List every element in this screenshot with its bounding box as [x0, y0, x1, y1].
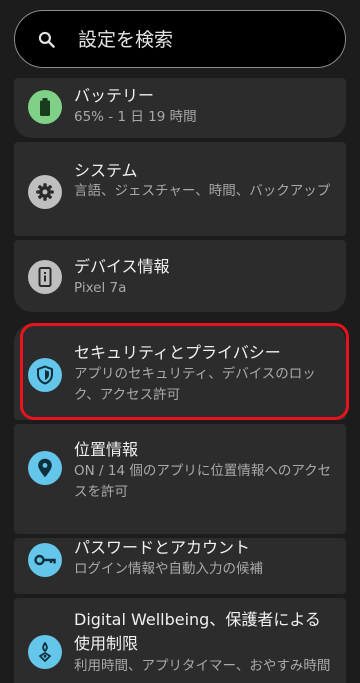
item-title: Digital Wellbeing、保護者による使用制限: [74, 610, 321, 653]
wellbeing-icon: [39, 642, 51, 662]
settings-item-digital-wellbeing[interactable]: Digital Wellbeing、保護者による使用制限 利用時間、アプリタイマ…: [14, 598, 346, 683]
item-subtitle: ログイン情報や自動入力の候補: [74, 561, 263, 577]
item-subtitle: 利用時間、アプリタイマー、おやすみ時間: [74, 658, 331, 674]
shield-icon: [37, 365, 53, 385]
item-title: セキュリティとプライバシー: [74, 343, 281, 362]
location-pin-icon: [38, 458, 52, 478]
item-title: バッテリー: [74, 86, 155, 105]
search-icon: [38, 31, 55, 48]
settings-item-security-privacy[interactable]: セキュリティとプライバシー アプリのセキュリティ、デバイスのロック、アクセス許可: [14, 324, 346, 420]
item-subtitle: ON / 14 個のアプリに位置情報へのアクセスを許可: [74, 463, 332, 500]
item-title: デバイス情報: [74, 257, 170, 276]
item-title: 位置情報: [74, 440, 139, 459]
phone-info-icon: [38, 267, 52, 287]
search-bar[interactable]: 設定を検索: [14, 10, 346, 68]
settings-screen: 設定を検索 バッテリー 65% - 1 日 19 時間 システム 言語、ジェスチ…: [0, 0, 360, 683]
item-subtitle: アプリのセキュリティ、デバイスのロック、アクセス許可: [74, 366, 316, 403]
settings-item-device-info[interactable]: デバイス情報 Pixel 7a: [14, 240, 346, 312]
settings-item-location[interactable]: 位置情報 ON / 14 個のアプリに位置情報へのアクセスを許可: [14, 424, 346, 534]
settings-item-system[interactable]: システム 言語、ジェスチャー、時間、バックアップ: [14, 142, 346, 236]
battery-icon: [40, 98, 50, 116]
item-subtitle: 65% - 1 日 19 時間: [74, 109, 197, 125]
search-placeholder: 設定を検索: [78, 29, 174, 51]
settings-item-battery[interactable]: バッテリー 65% - 1 日 19 時間: [14, 78, 346, 138]
item-title: パスワードとアカウント: [74, 538, 251, 557]
item-subtitle: Pixel 7a: [74, 280, 127, 296]
settings-item-passwords-accounts[interactable]: パスワードとアカウント ログイン情報や自動入力の候補: [14, 538, 346, 594]
item-title: システム: [74, 161, 138, 180]
gear-icon: [36, 183, 54, 201]
key-icon: [34, 554, 56, 566]
item-subtitle: 言語、ジェスチャー、時間、バックアップ: [74, 183, 331, 199]
